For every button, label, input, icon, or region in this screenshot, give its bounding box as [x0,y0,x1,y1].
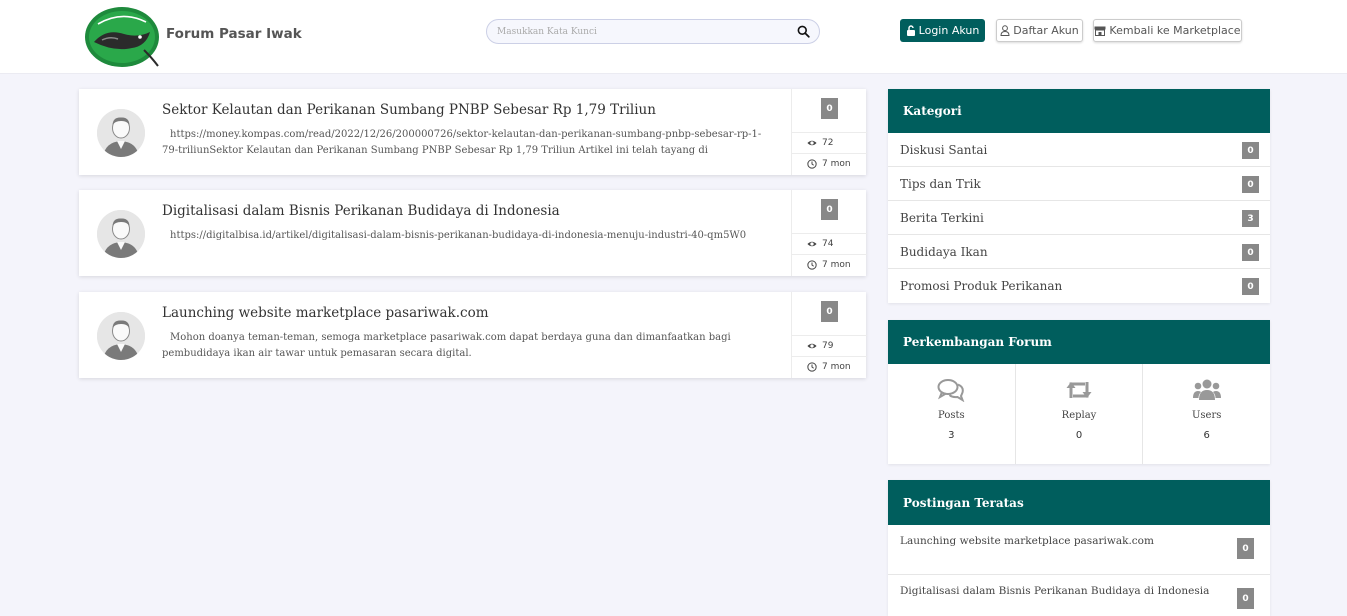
kategori-count-badge: 0 [1242,142,1259,159]
clock-icon [807,260,817,270]
stat-label: Users [1191,410,1222,421]
user-avatar-icon [97,312,145,360]
reply-count-badge: 0 [821,199,838,220]
post-time-value: 7 mon [822,362,851,372]
kategori-item-label: Berita Terkini [900,210,984,225]
kategori-count-badge: 0 [1242,244,1259,261]
post-stats: 0 79 7 mon [791,292,867,378]
kategori-item-label: Promosi Produk Perikanan [900,279,1063,293]
kategori-list: Diskusi Santai 0 Tips dan Trik 0 Berita … [888,133,1270,303]
perkembangan-panel: Perkembangan Forum Posts 3 Replay 0 User… [888,320,1270,464]
view-count-value: 72 [822,138,834,148]
post-time: 7 mon [792,153,867,174]
view-count: 72 [792,132,867,153]
register-button-label: Daftar Akun [1013,24,1079,37]
top-post-count-badge: 0 [1237,538,1254,559]
view-count: 74 [792,233,867,254]
view-count: 79 [792,335,867,356]
retweet-icon [1066,382,1092,398]
top-post-title[interactable]: Digitalisasi dalam Bisnis Perikanan Budi… [900,585,1209,597]
kategori-item[interactable]: Berita Terkini 3 [888,201,1270,235]
user-icon [1000,25,1010,36]
kategori-item[interactable]: Tips dan Trik 0 [888,167,1270,201]
reply-count-badge: 0 [821,98,838,119]
post-time-value: 7 mon [822,159,851,169]
top-header: Forum Pasar Iwak Login Akun Daftar Akun … [0,0,1347,74]
kategori-item[interactable]: Budidaya Ikan 0 [888,235,1270,269]
stat-label: Replay [1061,410,1097,421]
back-button-label: Kembali ke Marketplace [1109,24,1241,37]
user-avatar-icon [97,210,145,258]
search-icon[interactable] [797,25,810,38]
stat-posts: Posts 3 [888,364,1016,464]
clock-icon [807,362,817,372]
clock-icon [807,159,817,169]
login-button[interactable]: Login Akun [900,19,985,42]
post-title[interactable]: Launching website marketplace pasariwak.… [162,305,852,321]
fish-logo-icon [85,7,159,67]
stat-users: Users 6 [1143,364,1270,464]
post-title[interactable]: Digitalisasi dalam Bisnis Perikanan Budi… [162,203,852,219]
kategori-item[interactable]: Promosi Produk Perikanan 0 [888,269,1270,303]
forum-logo[interactable] [84,6,160,68]
eye-icon [807,241,817,247]
eye-icon [807,140,817,146]
post-excerpt: https://money.kompas.com/read/2022/12/26… [162,129,762,156]
kategori-count-badge: 0 [1242,176,1259,193]
top-post-title[interactable]: Launching website marketplace pasariwak.… [900,535,1154,547]
stat-value: 0 [1075,430,1083,441]
kategori-item-label: Tips dan Trik [900,176,981,191]
postingan-teratas-title: Postingan Teratas [888,480,1270,525]
post-time: 7 mon [792,356,867,377]
post-time-value: 7 mon [822,260,851,270]
forum-stats: Posts 3 Replay 0 Users 6 [888,364,1270,464]
search-box [486,19,820,44]
store-icon [1094,26,1106,36]
kategori-item-label: Diskusi Santai [900,142,988,157]
post-title[interactable]: Sektor Kelautan dan Perikanan Sumbang PN… [162,102,852,118]
avatar [97,210,145,258]
stat-label: Posts [938,410,965,421]
register-button[interactable]: Daftar Akun [996,19,1083,42]
user-avatar-icon [97,109,145,157]
stat-value: 3 [948,430,955,441]
top-post-count-badge: 0 [1237,588,1254,609]
unlock-icon [906,25,915,36]
reply-count-badge: 0 [821,301,838,322]
kategori-item-label: Budidaya Ikan [900,244,988,259]
post-card[interactable]: Launching website marketplace pasariwak.… [79,292,867,378]
avatar [97,109,145,157]
view-count-value: 79 [822,341,834,351]
post-stats: 0 74 7 mon [791,190,867,276]
kategori-panel: Kategori Diskusi Santai 0 Tips dan Trik … [888,89,1270,303]
post-excerpt: Mohon doanya teman-teman, semoga marketp… [162,332,731,359]
post-card[interactable]: Digitalisasi dalam Bisnis Perikanan Budi… [79,190,867,276]
post-stats: 0 72 7 mon [791,89,867,175]
postingan-teratas-panel: Postingan Teratas Launching website mark… [888,480,1270,616]
forum-brand-title[interactable]: Forum Pasar Iwak [166,26,302,42]
login-button-label: Login Akun [918,24,980,37]
users-icon [1192,379,1221,400]
kategori-title: Kategori [888,89,1270,133]
top-post-item[interactable]: Launching website marketplace pasariwak.… [888,525,1270,575]
top-post-item[interactable]: Digitalisasi dalam Bisnis Perikanan Budi… [888,575,1270,616]
view-count-value: 74 [822,239,834,249]
comments-icon [937,379,965,402]
stat-replay: Replay 0 [1016,364,1144,464]
back-to-marketplace-button[interactable]: Kembali ke Marketplace [1093,19,1242,42]
kategori-count-badge: 3 [1242,210,1259,227]
perkembangan-title: Perkembangan Forum [888,320,1270,364]
kategori-item[interactable]: Diskusi Santai 0 [888,133,1270,167]
post-card[interactable]: Sektor Kelautan dan Perikanan Sumbang PN… [79,89,867,175]
post-time: 7 mon [792,254,867,275]
search-input[interactable] [497,24,787,40]
post-excerpt: https://digitalbisa.id/artikel/digitalis… [170,230,747,241]
kategori-count-badge: 0 [1242,278,1259,295]
eye-icon [807,343,817,349]
avatar [97,312,145,360]
stat-value: 6 [1203,430,1210,441]
